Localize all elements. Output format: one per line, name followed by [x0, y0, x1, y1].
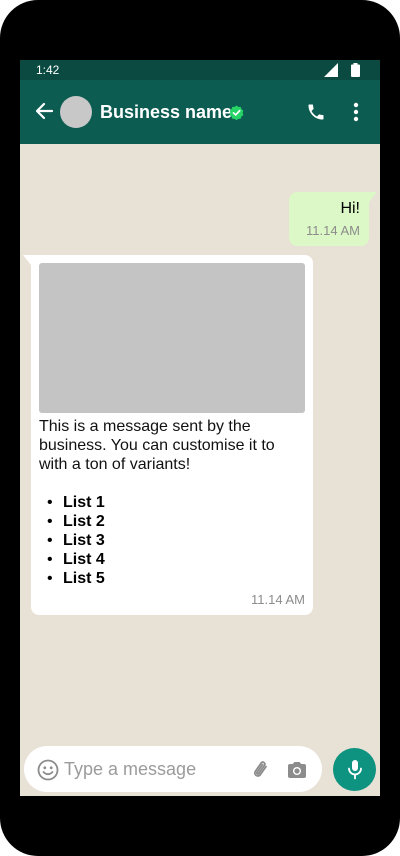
phone-icon[interactable] — [306, 102, 326, 122]
emoji-icon[interactable] — [37, 759, 59, 781]
message-time: 11.14 AM — [251, 592, 305, 607]
verified-badge-icon — [229, 105, 244, 120]
message-input[interactable] — [64, 756, 244, 782]
message-composer — [24, 746, 322, 792]
list-item: • List 5 — [39, 569, 105, 588]
media-image-placeholder[interactable] — [39, 263, 305, 413]
incoming-message[interactable]: This is a message sent by the business. … — [31, 255, 313, 615]
outgoing-message[interactable]: Hi! 11.14 AM — [289, 192, 369, 246]
microphone-icon — [348, 760, 362, 780]
signal-icon — [324, 63, 338, 77]
contact-name[interactable]: Business name — [100, 100, 232, 124]
bullet-icon: • — [47, 570, 53, 587]
more-vert-icon[interactable] — [346, 101, 366, 123]
list-item-label: List 1 — [63, 494, 105, 511]
camera-icon[interactable] — [286, 759, 308, 781]
message-text: This is a message sent by the business. … — [39, 418, 275, 473]
bullet-icon: • — [47, 494, 53, 511]
message-time: 11.14 AM — [306, 223, 360, 238]
list-item-label: List 2 — [63, 513, 105, 530]
list-item: • List 2 — [39, 512, 105, 531]
list-item-label: List 3 — [63, 532, 105, 549]
battery-icon — [351, 63, 360, 77]
chat-screen: 1:42 Business name Hi! 11.14 AM This is … — [20, 60, 380, 796]
bullet-icon: • — [47, 532, 53, 549]
status-time: 1:42 — [36, 63, 60, 77]
paperclip-icon[interactable] — [250, 759, 272, 781]
outgoing-bubble-tail — [369, 192, 377, 202]
status-bar: 1:42 — [20, 60, 380, 80]
list-item: • List 1 — [39, 493, 105, 512]
list-item-label: List 4 — [63, 551, 105, 568]
mic-button[interactable] — [333, 748, 376, 791]
list-item-label: List 5 — [63, 570, 105, 587]
avatar[interactable] — [60, 96, 92, 128]
message-text: Hi! — [340, 200, 360, 217]
incoming-bubble-tail — [23, 255, 31, 265]
list-item: • List 3 — [39, 531, 105, 550]
bullet-icon: • — [47, 551, 53, 568]
list-item: • List 4 — [39, 550, 105, 569]
bullet-icon: • — [47, 513, 53, 530]
phone-frame: 1:42 Business name Hi! 11.14 AM This is … — [0, 0, 400, 856]
chat-header: Business name — [20, 80, 380, 144]
arrow-back-icon[interactable] — [34, 101, 54, 121]
message-list: • List 1 • List 2 • List 3 • List 4 • List 5 — [39, 493, 105, 588]
